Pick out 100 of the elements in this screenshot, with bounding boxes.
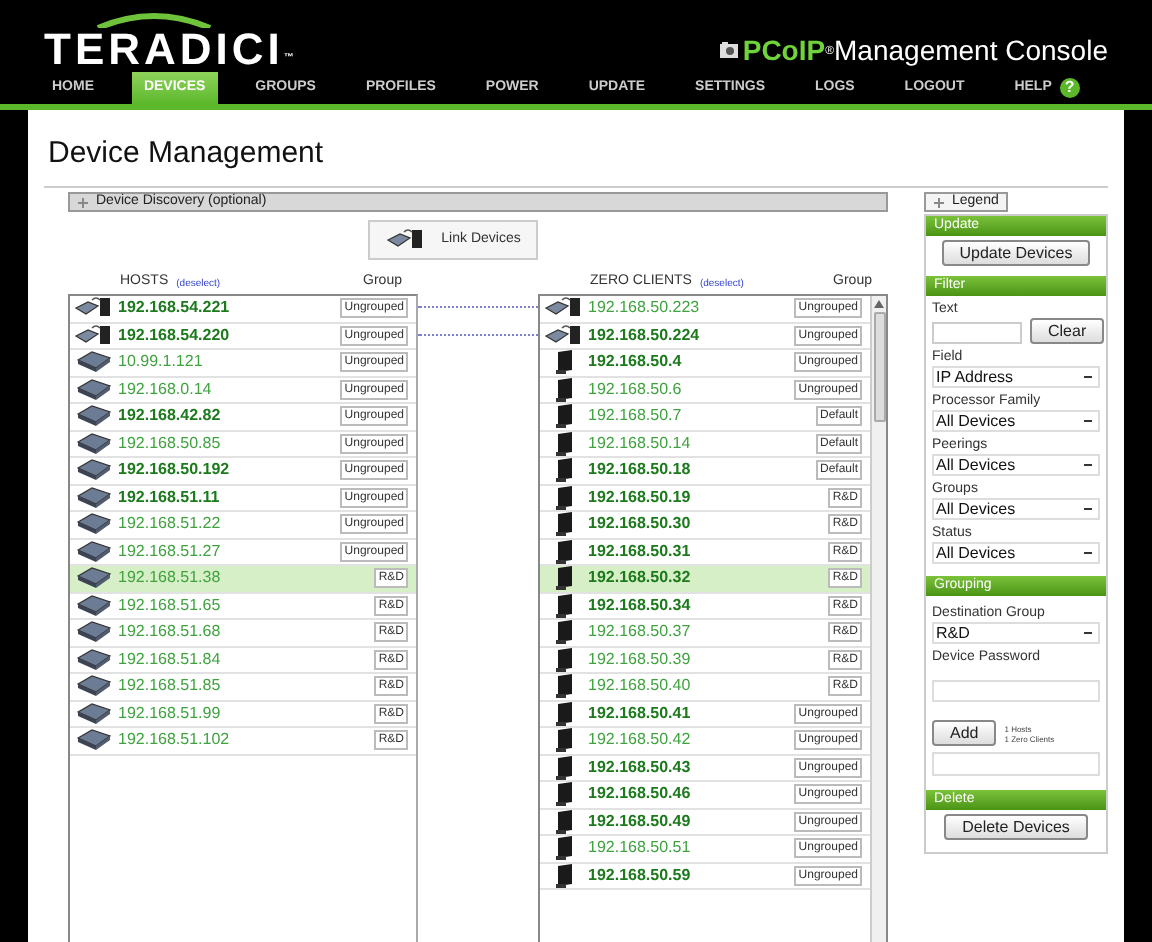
- ip-address: 192.168.50.34: [588, 597, 693, 614]
- ip-address: 192.168.51.11: [118, 489, 222, 506]
- expand-icon: [78, 197, 88, 207]
- ip-address: 192.168.50.192: [118, 462, 232, 479]
- linked-devices-icon: [74, 323, 114, 348]
- linked-devices-icon: [544, 296, 584, 321]
- password-field[interactable]: [932, 679, 1100, 701]
- logo-arc-icon: [94, 12, 214, 28]
- ip-address: 192.168.42.82: [118, 408, 223, 425]
- host-computer-icon: [76, 566, 112, 591]
- host-computer-icon: [76, 647, 112, 672]
- ip-address: 10.99.1.121: [118, 354, 205, 371]
- host-computer-icon: [76, 377, 112, 402]
- caret-icon: [1084, 376, 1092, 378]
- caret-icon: [1084, 420, 1092, 422]
- ip-address: 192.168.50.6: [588, 381, 684, 398]
- monitor-icon: [554, 836, 574, 861]
- caret-icon: [1084, 508, 1092, 510]
- dropdown[interactable]: IP Address: [932, 366, 1100, 388]
- host-computer-icon: [76, 701, 112, 726]
- ip-address: 192.168.51.27: [118, 543, 223, 560]
- ip-address: 192.168.51.68: [118, 624, 223, 641]
- host-computer-icon: [76, 620, 112, 645]
- linked-devices-icon: [74, 296, 114, 321]
- dropdown[interactable]: All Devices: [932, 454, 1100, 476]
- scroll-up-icon[interactable]: [874, 300, 884, 308]
- dropdown[interactable]: R&D: [932, 622, 1100, 644]
- host-computer-icon: [76, 431, 112, 456]
- ip-address: 192.168.51.99: [118, 705, 223, 722]
- ip-address: 192.168.50.46: [588, 786, 693, 803]
- help-icon: ?: [1059, 78, 1080, 98]
- ip-address: 192.168.51.65: [118, 597, 223, 614]
- monitor-icon: [554, 728, 574, 753]
- monitor-icon: [554, 755, 574, 780]
- expand-icon: [934, 197, 944, 207]
- ip-address: 192.168.50.43: [588, 759, 693, 776]
- host-computer-icon: [76, 728, 112, 753]
- monitor-icon: [554, 782, 574, 807]
- monitor-icon: [554, 431, 574, 456]
- ip-address: 192.168.54.220: [118, 327, 232, 344]
- caret-icon: [1084, 632, 1092, 634]
- link-line: [418, 333, 538, 336]
- monitor-icon: [554, 512, 574, 537]
- clear-button[interactable]: Clear: [1030, 318, 1105, 344]
- ip-address: 192.168.50.42: [588, 732, 693, 749]
- ip-address: 192.168.50.223: [588, 300, 702, 317]
- caret-icon: [1084, 552, 1092, 554]
- ip-address: 192.168.50.14: [588, 435, 693, 452]
- ip-address: 192.168.51.22: [118, 516, 223, 533]
- caret-icon: [1084, 464, 1092, 466]
- ip-address: 192.168.50.7: [588, 408, 684, 425]
- monitor-icon: [554, 593, 574, 618]
- camera-icon: [720, 42, 739, 58]
- ip-address: 192.168.50.40: [588, 678, 693, 695]
- dropdown[interactable]: All Devices: [932, 410, 1100, 432]
- ip-address: 192.168.51.85: [118, 678, 223, 695]
- ip-address: 192.168.50.49: [588, 813, 693, 830]
- monitor-icon: [554, 458, 574, 483]
- monitor-icon: [554, 674, 574, 699]
- linked-devices-icon: [544, 323, 584, 348]
- page-title: Device Management: [48, 138, 326, 168]
- monitor-icon: [554, 809, 574, 834]
- host-computer-icon: [76, 350, 112, 375]
- ip-address: 192.168.50.32: [588, 570, 693, 587]
- ip-address: 192.168.0.14: [118, 381, 214, 398]
- ip-address: 192.168.51.38: [118, 570, 223, 587]
- host-computer-icon: [76, 539, 112, 564]
- text-field[interactable]: [932, 322, 1022, 344]
- host-computer-icon: [76, 674, 112, 699]
- ip-address: 192.168.50.4: [588, 354, 684, 371]
- host-computer-icon: [76, 512, 112, 537]
- scrollbar[interactable]: [870, 296, 886, 942]
- ip-address: 192.168.50.18: [588, 462, 693, 479]
- update-devices-button[interactable]: Update Devices: [941, 240, 1091, 266]
- ip-address: 192.168.50.37: [588, 624, 693, 641]
- ip-address: 192.168.50.59: [588, 867, 693, 884]
- link-line: [418, 306, 538, 309]
- dropdown[interactable]: All Devices: [932, 498, 1100, 520]
- monitor-icon: [554, 539, 574, 564]
- ip-address: 192.168.51.84: [118, 651, 223, 668]
- ip-address: 192.168.50.30: [588, 516, 693, 533]
- monitor-icon: [554, 485, 574, 510]
- monitor-icon: [554, 620, 574, 645]
- linked-devices-icon: [385, 228, 426, 252]
- ip-address: 192.168.50.19: [588, 489, 693, 506]
- host-computer-icon: [76, 404, 112, 429]
- monitor-icon: [554, 647, 574, 672]
- dropdown[interactable]: All Devices: [932, 542, 1100, 564]
- host-computer-icon: [76, 593, 112, 618]
- monitor-icon: [554, 863, 574, 888]
- delete-devices-button[interactable]: Delete Devices: [944, 814, 1088, 840]
- monitor-icon: [554, 404, 574, 429]
- ip-address: 192.168.50.31: [588, 543, 693, 560]
- add-button[interactable]: Add: [932, 720, 997, 746]
- ip-address: 192.168.50.41: [588, 705, 693, 722]
- ip-address: 192.168.50.85: [118, 435, 223, 452]
- monitor-icon: [554, 377, 574, 402]
- ip-address: 192.168.50.224: [588, 327, 702, 344]
- ip-address: 192.168.50.39: [588, 651, 693, 668]
- product-title: PCoIP$^{®}$Management Console: [742, 36, 1108, 64]
